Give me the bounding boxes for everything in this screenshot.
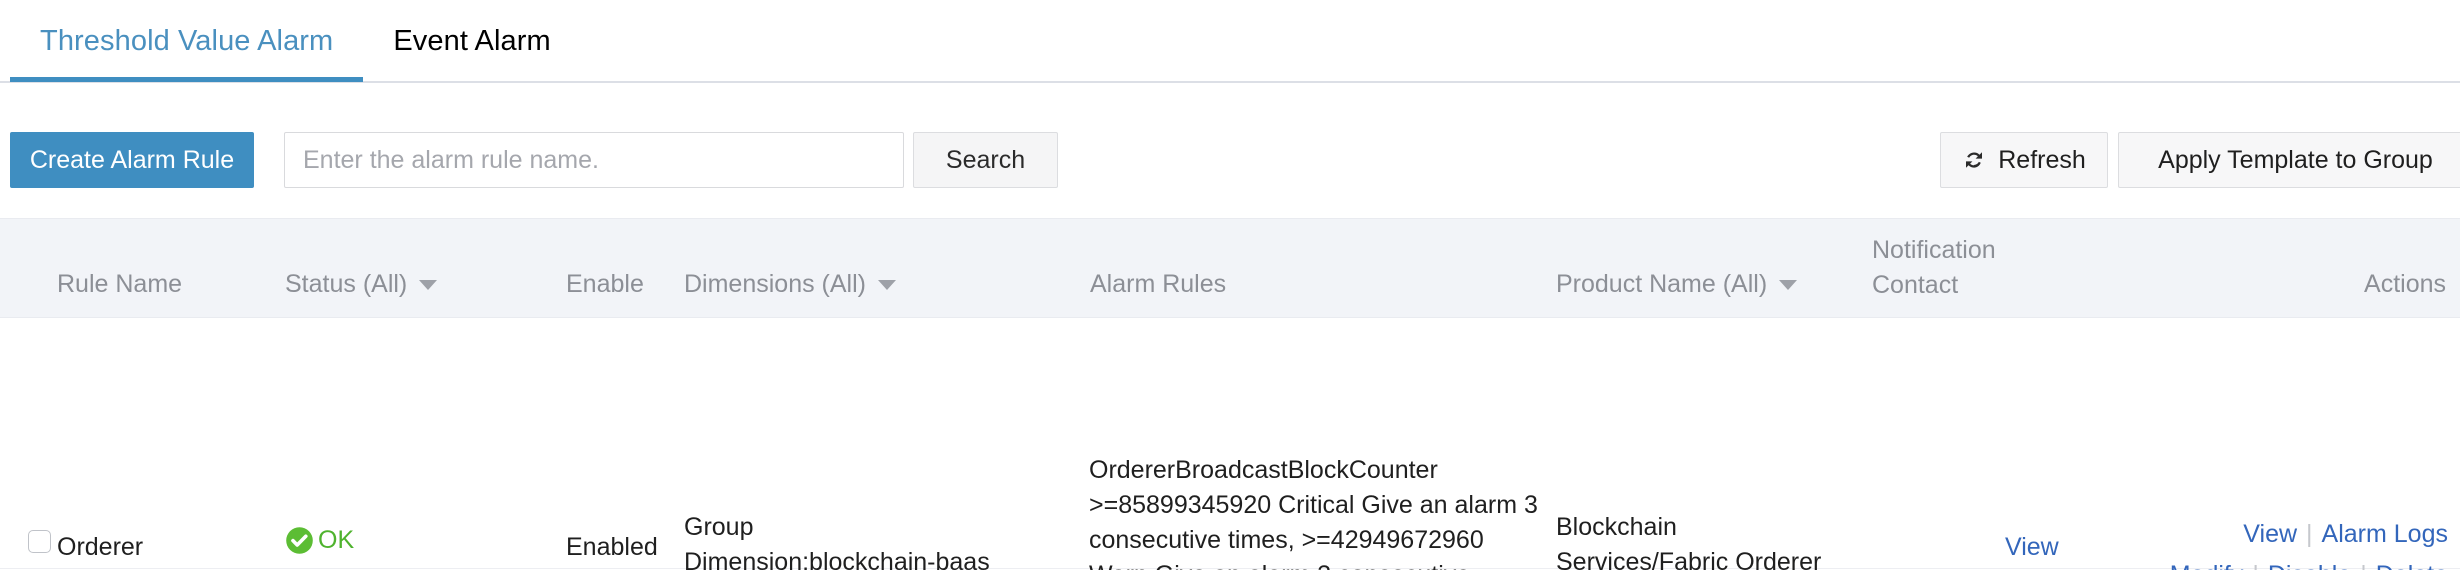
column-header-notification-contact-line2: Contact: [1872, 271, 1959, 299]
tab-event-alarm-label: Event Alarm: [393, 24, 551, 57]
column-header-status[interactable]: Status (All): [285, 267, 438, 301]
cell-enable: Enabled: [566, 533, 658, 561]
action-separator: |: [2306, 520, 2313, 548]
column-header-rule-name: Rule Name: [57, 267, 182, 301]
column-header-dimensions-label: Dimensions (All): [684, 270, 866, 298]
tab-bar: Threshold Value Alarm Event Alarm: [0, 0, 2460, 84]
table-body: Orderer OK Enabled Group Dimension:block…: [0, 318, 2460, 570]
tab-list: Threshold Value Alarm Event Alarm: [10, 0, 581, 82]
action-separator: |: [2351, 561, 2376, 570]
cell-rule-name: Orderer: [57, 533, 144, 561]
action-delete[interactable]: Delete: [2376, 561, 2448, 570]
column-header-enable: Enable: [566, 267, 644, 301]
table-header-row: Rule Name Status (All) Enable Dimensions…: [0, 218, 2460, 318]
action-view[interactable]: View: [2243, 520, 2297, 548]
tab-event-alarm[interactable]: Event Alarm: [363, 0, 580, 82]
status-ok-icon: [285, 526, 314, 555]
column-header-notification-contact: Notification Contact: [1872, 233, 2102, 303]
search-input[interactable]: [284, 132, 904, 188]
refresh-button-label: Refresh: [1998, 145, 2086, 174]
refresh-icon: [1962, 148, 1986, 172]
column-header-product-name[interactable]: Product Name (All): [1556, 267, 1798, 301]
action-alarm-logs[interactable]: Alarm Logs: [2322, 520, 2448, 548]
tab-threshold-value-alarm[interactable]: Threshold Value Alarm: [10, 0, 364, 82]
column-header-alarm-rules: Alarm Rules: [1090, 267, 1226, 301]
tab-threshold-value-alarm-label: Threshold Value Alarm: [40, 24, 334, 57]
actions-line-1: View | Alarm Logs: [2170, 514, 2448, 555]
chevron-down-icon: [877, 280, 896, 290]
refresh-button[interactable]: Refresh: [1940, 132, 2108, 188]
apply-template-to-group-button[interactable]: Apply Template to Group: [2118, 132, 2460, 188]
apply-template-to-group-label: Apply Template to Group: [2158, 145, 2433, 174]
cell-product-name: Blockchain Services/Fabric Orderer: [1556, 513, 1822, 570]
chevron-down-icon: [419, 280, 438, 290]
alarm-rules-table: Rule Name Status (All) Enable Dimensions…: [0, 218, 2460, 570]
cell-status: OK: [285, 526, 354, 555]
column-header-notification-contact-line1: Notification: [1872, 236, 1996, 264]
cell-dimensions: Group Dimension:blockchain-baas: [684, 513, 990, 570]
actions-line-2: Modify|Disable|Delete: [2170, 555, 2448, 570]
search-button[interactable]: Search: [913, 132, 1058, 188]
create-alarm-rule-button[interactable]: Create Alarm Rule: [10, 132, 254, 188]
column-header-actions-label: Actions: [2364, 270, 2446, 298]
cell-alarm-rules: OrdererBroadcastBlockCounter >=858993459…: [1089, 456, 1538, 570]
column-header-rule-name-label: Rule Name: [57, 270, 183, 298]
alarm-rules-page: Threshold Value Alarm Event Alarm Create…: [0, 0, 2460, 570]
column-header-status-label: Status (All): [285, 270, 408, 298]
chevron-down-icon: [1779, 280, 1798, 290]
action-disable[interactable]: Disable: [2268, 561, 2351, 570]
toolbar: Create Alarm Rule Search Refresh Apply T…: [0, 84, 2460, 200]
table-row: Orderer OK Enabled Group Dimension:block…: [0, 318, 2460, 570]
cell-status-label: OK: [318, 526, 355, 554]
column-header-product-name-label: Product Name (All): [1556, 270, 1768, 298]
column-header-actions: Actions: [2364, 267, 2446, 301]
column-header-enable-label: Enable: [566, 270, 644, 298]
row-select-checkbox[interactable]: [28, 530, 51, 553]
action-modify[interactable]: Modify: [2170, 561, 2244, 570]
column-header-alarm-rules-label: Alarm Rules: [1090, 270, 1227, 298]
action-separator: |: [2243, 561, 2268, 570]
column-header-dimensions[interactable]: Dimensions (All): [684, 267, 896, 301]
cell-actions: View|Alarm Logs Modify|Disable|Delete: [2170, 514, 2448, 570]
cell-notification-contact-view[interactable]: View: [2005, 530, 2059, 565]
